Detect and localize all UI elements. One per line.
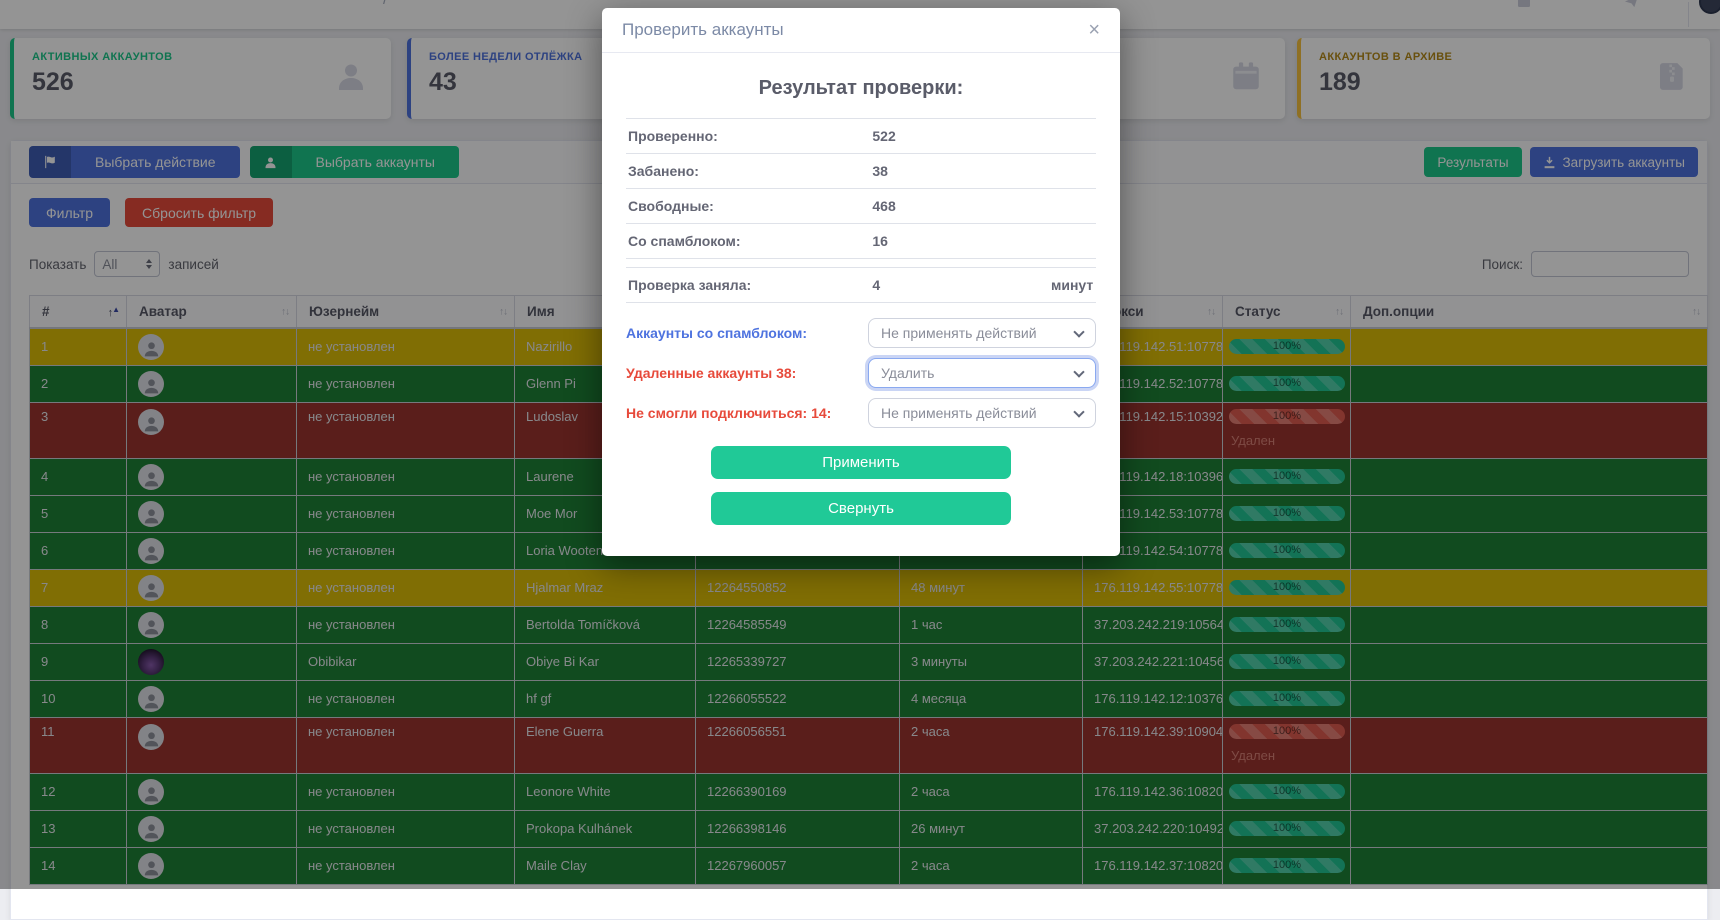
- result-label: Проверенно:: [626, 119, 870, 154]
- result-value: 16: [870, 224, 1049, 259]
- duration-unit: минут: [1049, 268, 1096, 303]
- select-value: Не применять действий: [881, 325, 1037, 341]
- modal-actions: Аккаунты со спамблоком: Не применять дей…: [626, 318, 1096, 428]
- chevron-down-icon: [1073, 366, 1084, 377]
- modal-body: Результат проверки: Проверенно: 522 Заба…: [602, 53, 1120, 556]
- result-label: Забанено:: [626, 154, 870, 189]
- action-row-spamblock: Аккаунты со спамблоком: Не применять дей…: [626, 318, 1096, 348]
- result-value: 468: [870, 189, 1049, 224]
- action-label: Удаленные аккаунты 38:: [626, 365, 796, 381]
- result-row: Свободные: 468: [626, 189, 1096, 224]
- check-accounts-modal: Проверить аккаунты × Результат проверки:…: [602, 8, 1120, 556]
- chevron-down-icon: [1073, 326, 1084, 337]
- chevron-down-icon: [1073, 406, 1084, 417]
- modal-title: Проверить аккаунты: [622, 20, 784, 40]
- duration-value: 4: [870, 268, 1049, 303]
- duration-label: Проверка заняла:: [626, 268, 870, 303]
- result-value: 522: [870, 119, 1049, 154]
- action-label: Аккаунты со спамблоком:: [626, 325, 807, 341]
- result-label: Свободные:: [626, 189, 870, 224]
- spamblock-action-select[interactable]: Не применять действий: [868, 318, 1096, 348]
- select-value: Не применять действий: [881, 405, 1037, 421]
- modal-header: Проверить аккаунты ×: [602, 8, 1120, 53]
- result-label: Со спамблоком:: [626, 224, 870, 259]
- action-row-noconnect: Не смогли подключиться: 14: Не применять…: [626, 398, 1096, 428]
- result-row: Со спамблоком: 16: [626, 224, 1096, 259]
- duration-row: Проверка заняла: 4 минут: [626, 268, 1096, 303]
- result-value: 38: [870, 154, 1049, 189]
- spacer-row: [626, 259, 1096, 268]
- deleted-action-select[interactable]: Удалить: [868, 358, 1096, 388]
- apply-button[interactable]: Применить: [711, 446, 1011, 479]
- result-row: Забанено: 38: [626, 154, 1096, 189]
- action-label: Не смогли подключиться: 14:: [626, 405, 831, 421]
- action-row-deleted: Удаленные аккаунты 38: Удалить: [626, 358, 1096, 388]
- select-value: Удалить: [881, 365, 934, 381]
- result-row: Проверенно: 522: [626, 119, 1096, 154]
- noconnect-action-select[interactable]: Не применять действий: [868, 398, 1096, 428]
- results-heading: Результат проверки:: [626, 77, 1096, 100]
- close-icon[interactable]: ×: [1088, 20, 1100, 40]
- collapse-button[interactable]: Свернуть: [711, 492, 1011, 525]
- check-results-table: Проверенно: 522 Забанено: 38 Свободные: …: [626, 118, 1096, 303]
